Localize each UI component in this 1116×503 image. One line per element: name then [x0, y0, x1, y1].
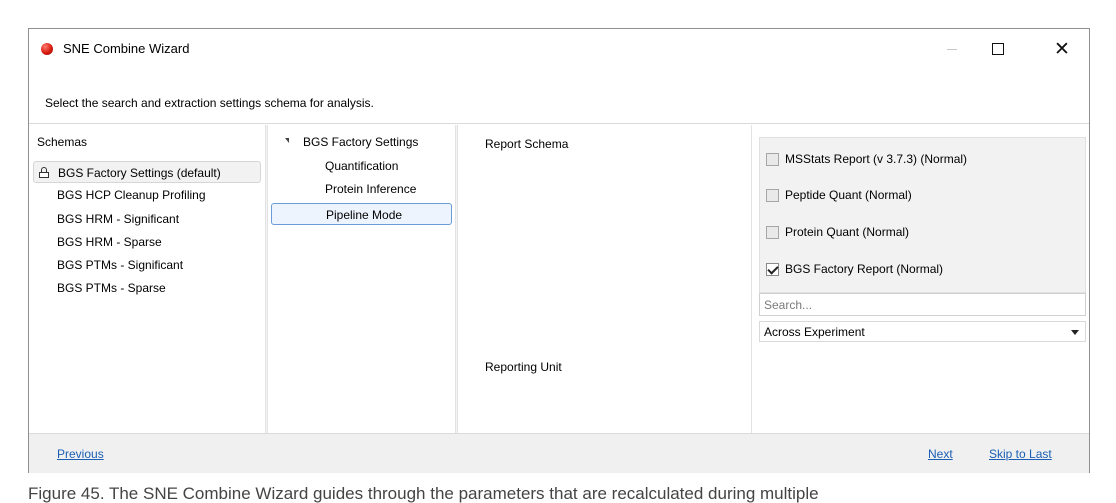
settings-panel: Report Schema MSStats Report (v 3.7.3) (… — [459, 125, 1091, 433]
tree-item-pipeline-mode[interactable]: Pipeline Mode — [271, 203, 452, 225]
wizard-content: Schemas BGS Factory Settings (default) B… — [29, 125, 1089, 433]
schema-item-label: BGS Factory Settings (default) — [58, 166, 221, 180]
column-divider — [751, 125, 752, 433]
report-schema-label: Report Schema — [485, 137, 569, 151]
schema-item-bgs-factory-settings[interactable]: BGS Factory Settings (default) — [33, 161, 261, 183]
report-option-bgs-factory[interactable]: BGS Factory Report (Normal) — [766, 261, 943, 277]
report-option-label: Peptide Quant (Normal) — [785, 188, 912, 202]
previous-link[interactable]: Previous — [57, 447, 104, 461]
schema-item-ptms-sparse[interactable]: BGS PTMs - Sparse — [57, 281, 166, 295]
report-search-input[interactable] — [759, 293, 1086, 316]
instruction-area: Select the search and extraction setting… — [29, 69, 1089, 124]
close-icon: ✕ — [1054, 38, 1070, 60]
settings-tree: BGS Factory Settings Quantification Prot… — [269, 125, 455, 433]
skip-to-last-link[interactable]: Skip to Last — [989, 447, 1052, 461]
checkbox[interactable] — [766, 225, 779, 239]
report-option-label: BGS Factory Report (Normal) — [785, 262, 944, 276]
report-option-label: MSStats Report (v 3.7.3) (Normal) — [785, 152, 968, 166]
report-option-label: Protein Quant (Normal) — [785, 225, 910, 239]
title-bar[interactable]: SNE Combine Wizard ✕ — [29, 29, 1089, 69]
pane-splitter-left[interactable] — [265, 125, 268, 433]
tree-item-quantification[interactable]: Quantification — [325, 159, 398, 173]
maximize-icon — [992, 43, 1004, 55]
lock-icon — [39, 167, 49, 178]
minimize-button[interactable] — [929, 29, 975, 69]
next-link[interactable]: Next — [928, 447, 953, 461]
schema-item-hrm-sparse[interactable]: BGS HRM - Sparse — [57, 235, 162, 249]
figure-caption: Figure 45. The SNE Combine Wizard guides… — [28, 484, 819, 503]
window-title: SNE Combine Wizard — [63, 41, 190, 56]
report-option-protein-quant[interactable]: Protein Quant (Normal) — [766, 224, 909, 240]
maximize-button[interactable] — [975, 29, 1021, 69]
chevron-down-icon[interactable] — [1071, 330, 1079, 335]
reporting-unit-select[interactable]: Across Experiment — [759, 321, 1086, 342]
report-option-msstats[interactable]: MSStats Report (v 3.7.3) (Normal) — [766, 151, 967, 167]
report-option-peptide-quant[interactable]: Peptide Quant (Normal) — [766, 187, 912, 203]
checkbox[interactable] — [766, 152, 779, 166]
sne-app-icon — [41, 43, 53, 55]
wizard-footer: Previous Next Skip to Last — [29, 433, 1089, 473]
reporting-unit-label: Reporting Unit — [485, 360, 562, 374]
schema-item-ptms-significant[interactable]: BGS PTMs - Significant — [57, 258, 183, 272]
schema-item-hcp-cleanup[interactable]: BGS HCP Cleanup Profiling — [57, 188, 206, 202]
checkbox-checked[interactable] — [766, 262, 779, 276]
checkbox[interactable] — [766, 188, 779, 202]
report-schema-list: MSStats Report (v 3.7.3) (Normal) Peptid… — [759, 137, 1086, 293]
close-button[interactable]: ✕ — [1039, 29, 1085, 69]
instruction-text: Select the search and extraction setting… — [45, 96, 374, 110]
schema-item-hrm-significant[interactable]: BGS HRM - Significant — [57, 212, 179, 226]
wizard-window: SNE Combine Wizard ✕ Select the search a… — [28, 28, 1090, 473]
expand-arrow-icon[interactable] — [285, 138, 289, 143]
schemas-header: Schemas — [37, 135, 88, 149]
tree-root-label: BGS Factory Settings — [303, 135, 419, 149]
tree-item-protein-inference[interactable]: Protein Inference — [325, 182, 416, 196]
reporting-unit-value: Across Experiment — [764, 325, 865, 339]
minimize-icon — [947, 48, 957, 50]
pane-splitter-right[interactable] — [455, 125, 458, 433]
